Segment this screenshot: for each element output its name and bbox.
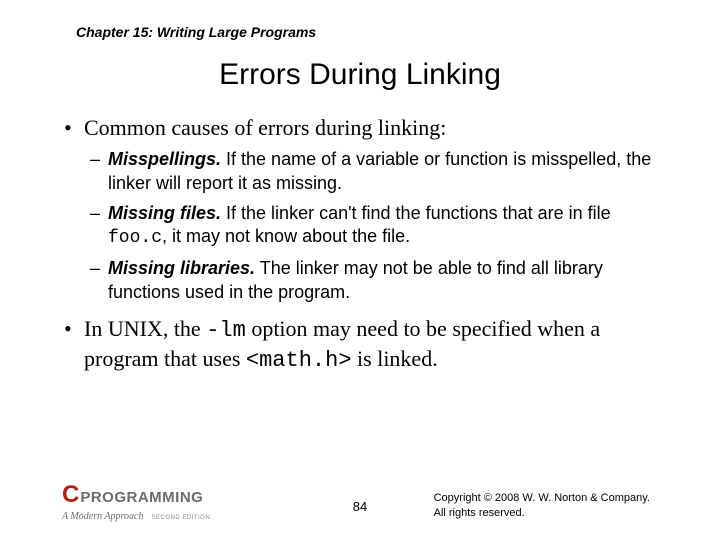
term: Missing files. bbox=[108, 203, 221, 223]
copyright: Copyright © 2008 W. W. Norton & Company.… bbox=[434, 491, 650, 520]
bullet-lead: is linked. bbox=[352, 346, 438, 371]
sub-bullet-list: Misspellings. If the name of a variable … bbox=[84, 148, 672, 305]
copyright-line: Copyright © 2008 W. W. Norton & Company. bbox=[434, 491, 650, 505]
footer: C PROGRAMMING A Modern Approach SECOND E… bbox=[0, 480, 720, 526]
bullet-lead: In UNIX, the bbox=[84, 316, 206, 341]
logo-top: C PROGRAMMING bbox=[62, 483, 210, 507]
logo-subtitle: A Modern Approach bbox=[62, 511, 143, 522]
sub-bullet-item: Misspellings. If the name of a variable … bbox=[108, 148, 672, 196]
inline-code: <math.h> bbox=[246, 348, 352, 373]
book-logo: C PROGRAMMING A Modern Approach SECOND E… bbox=[62, 483, 210, 523]
sub-text: If the linker can't find the functions t… bbox=[221, 203, 611, 223]
bullet-lead: Common causes of errors during linking: bbox=[84, 115, 446, 140]
logo-programming: PROGRAMMING bbox=[80, 490, 203, 505]
inline-code: foo.c bbox=[108, 228, 162, 248]
term: Misspellings. bbox=[108, 149, 221, 169]
slide-title: Errors During Linking bbox=[48, 58, 672, 92]
inline-code: -lm bbox=[206, 318, 246, 343]
logo-c: C bbox=[62, 483, 78, 507]
logo-subtitle-row: A Modern Approach SECOND EDITION bbox=[62, 507, 210, 523]
bullet-item: In UNIX, the -lm option may need to be s… bbox=[84, 315, 672, 375]
chapter-header: Chapter 15: Writing Large Programs bbox=[76, 24, 672, 40]
page-number: 84 bbox=[353, 499, 367, 514]
copyright-line: All rights reserved. bbox=[434, 506, 650, 520]
bullet-list: Common causes of errors during linking: … bbox=[48, 114, 672, 375]
sub-bullet-item: Missing files. If the linker can't find … bbox=[108, 202, 672, 252]
logo-edition: SECOND EDITION bbox=[151, 515, 210, 521]
slide: Chapter 15: Writing Large Programs Error… bbox=[0, 0, 720, 375]
sub-text: , it may not know about the file. bbox=[162, 226, 410, 246]
bullet-item: Common causes of errors during linking: … bbox=[84, 114, 672, 305]
sub-bullet-item: Missing libraries. The linker may not be… bbox=[108, 257, 672, 305]
term: Missing libraries. bbox=[108, 258, 255, 278]
